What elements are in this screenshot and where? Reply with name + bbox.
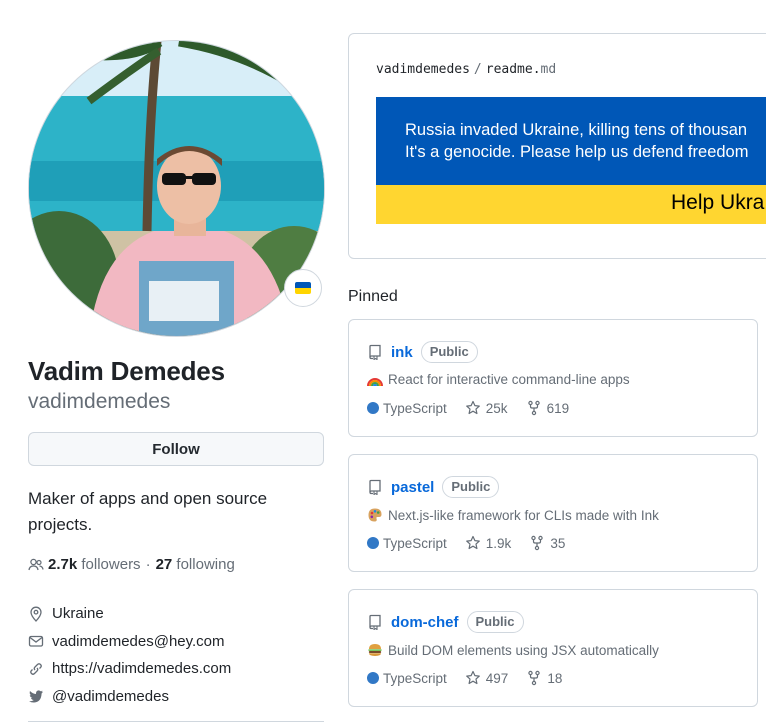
stars-link[interactable]: 497 xyxy=(465,670,509,686)
link-icon xyxy=(28,661,44,677)
forks-count: 35 xyxy=(550,535,566,551)
repo-name-link[interactable]: dom-chef xyxy=(391,614,459,631)
followers-link[interactable]: 2.7k followers xyxy=(48,556,141,573)
pinned-repo-card: ink Public React for interactive command… xyxy=(348,319,758,437)
follow-stats: 2.7k followers · 27 following xyxy=(28,556,235,573)
language-name: TypeScript xyxy=(383,670,447,686)
repo-meta: TypeScript 1.9k 35 xyxy=(367,535,583,551)
visibility-badge: Public xyxy=(420,341,478,363)
banner-message: Russia invaded Ukraine, killing tens of … xyxy=(405,119,748,163)
status-badge[interactable] xyxy=(284,269,322,307)
visibility-badge: Public xyxy=(442,476,500,498)
sidebar-divider xyxy=(28,721,324,722)
twitter-icon xyxy=(28,688,44,704)
banner-line-1: Russia invaded Ukraine, killing tens of … xyxy=(405,121,748,139)
people-icon xyxy=(28,557,44,573)
forks-count: 619 xyxy=(546,400,570,416)
location-text: Ukraine xyxy=(52,605,104,623)
banner-cta: Help Ukra xyxy=(671,191,765,214)
stars-count: 1.9k xyxy=(485,535,512,551)
avatar-photo xyxy=(29,41,324,336)
language-color-dot xyxy=(367,537,379,549)
burger-icon xyxy=(367,642,383,658)
forks-count: 18 xyxy=(547,670,563,686)
repo-description-text: Next.js-like framework for CLIs made wit… xyxy=(388,507,659,523)
ukraine-banner-yellow[interactable]: Help Ukra xyxy=(376,185,766,224)
ukraine-banner-blue[interactable]: Russia invaded Ukraine, killing tens of … xyxy=(376,97,766,185)
following-count: 27 xyxy=(155,556,173,573)
followers-count: 2.7k xyxy=(48,556,78,573)
language-name: TypeScript xyxy=(383,535,447,551)
repo-name-link[interactable]: ink xyxy=(391,344,413,361)
repo-icon xyxy=(367,479,383,495)
location-icon xyxy=(28,606,44,622)
followers-label: followers xyxy=(81,556,141,573)
website-link[interactable]: https://vadimdemedes.com xyxy=(52,660,231,677)
fork-icon xyxy=(526,400,542,416)
stars-count: 25k xyxy=(485,400,508,416)
following-label: following xyxy=(176,556,235,573)
repo-description: React for interactive command-line apps xyxy=(367,372,630,387)
twitter-item: @vadimdemedes xyxy=(28,683,231,711)
language-name: TypeScript xyxy=(383,400,447,416)
repo-language: TypeScript xyxy=(367,401,447,416)
following-link[interactable]: 27 following xyxy=(156,556,235,573)
avatar-container xyxy=(28,40,325,337)
mail-icon xyxy=(28,633,44,649)
language-color-dot xyxy=(367,672,379,684)
email-link[interactable]: vadimdemedes@hey.com xyxy=(52,633,225,650)
stars-link[interactable]: 1.9k xyxy=(465,535,512,551)
repo-name-link[interactable]: pastel xyxy=(391,479,434,496)
repo-icon xyxy=(367,344,383,360)
palette-icon xyxy=(367,507,383,523)
language-color-dot xyxy=(367,402,379,414)
profile-details: Ukraine vadimdemedes@hey.com https://vad… xyxy=(28,600,231,710)
readme-box: vadimdemedes / readme.md Russia invaded Uk… xyxy=(348,33,766,259)
repo-header: ink Public xyxy=(367,341,478,363)
stars-link[interactable]: 25k xyxy=(465,400,508,416)
visibility-badge: Public xyxy=(466,611,524,633)
star-icon xyxy=(465,535,481,551)
stars-count: 497 xyxy=(485,670,509,686)
forks-link[interactable]: 18 xyxy=(526,670,562,686)
fork-icon xyxy=(526,670,542,686)
location-item: Ukraine xyxy=(28,600,231,628)
readme-file-ext: md xyxy=(540,62,557,77)
repo-meta: TypeScript 497 18 xyxy=(367,670,580,686)
profile-full-name: Vadim Demedes xyxy=(28,356,225,386)
website-item: https://vadimdemedes.com xyxy=(28,655,231,683)
forks-link[interactable]: 35 xyxy=(529,535,565,551)
readme-owner-link[interactable]: vadimdemedes xyxy=(376,62,470,77)
star-icon xyxy=(465,670,481,686)
profile-username: vadimdemedes xyxy=(28,390,171,413)
ukraine-flag-icon xyxy=(295,282,311,294)
profile-bio: Maker of apps and open source projects. xyxy=(28,489,268,534)
fork-icon xyxy=(529,535,545,551)
star-icon xyxy=(465,400,481,416)
rainbow-icon xyxy=(367,373,383,387)
pinned-repo-card: pastel Public Next.js-like framework for… xyxy=(348,454,758,572)
readme-file-base: readme. xyxy=(485,62,541,77)
repo-description-text: React for interactive command-line apps xyxy=(388,372,630,387)
forks-link[interactable]: 619 xyxy=(526,400,570,416)
readme-path: vadimdemedes / readme.md xyxy=(376,62,556,77)
stats-separator: · xyxy=(145,556,151,573)
avatar[interactable] xyxy=(28,40,325,337)
twitter-link[interactable]: @vadimdemedes xyxy=(52,688,169,705)
repo-meta: TypeScript 25k 619 xyxy=(367,400,587,416)
pinned-repo-card: dom-chef Public Build DOM elements using… xyxy=(348,589,758,707)
repo-description: Build DOM elements using JSX automatical… xyxy=(367,642,659,658)
repo-description: Next.js-like framework for CLIs made wit… xyxy=(367,507,659,523)
repo-icon xyxy=(367,614,383,630)
email-item: vadimdemedes@hey.com xyxy=(28,628,231,656)
repo-description-text: Build DOM elements using JSX automatical… xyxy=(388,642,659,658)
follow-button[interactable]: Follow xyxy=(28,432,324,466)
repo-header: pastel Public xyxy=(367,476,500,498)
banner-line-2: It's a genocide. Please help us defend f… xyxy=(405,143,749,161)
repo-header: dom-chef Public xyxy=(367,611,524,633)
repo-language: TypeScript xyxy=(367,536,447,551)
readme-path-separator: / xyxy=(473,62,482,77)
pinned-title: Pinned xyxy=(348,288,398,305)
repo-language: TypeScript xyxy=(367,671,447,686)
